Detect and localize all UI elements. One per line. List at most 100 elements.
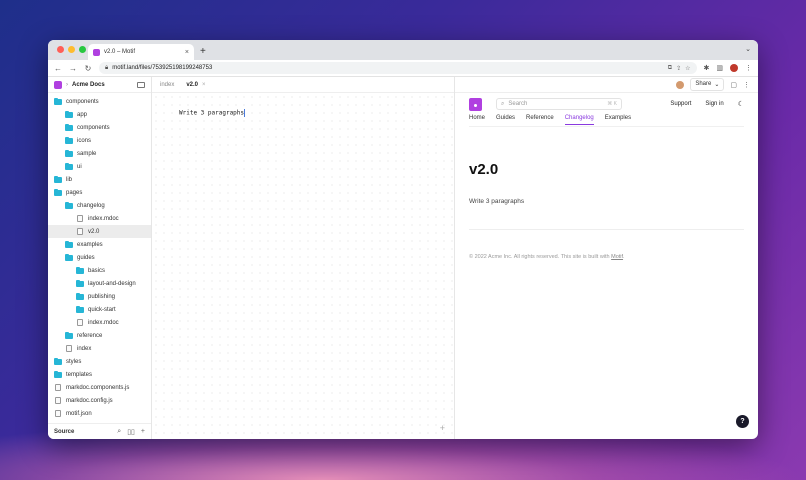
project-logo-icon[interactable] [54,80,62,89]
tree-item[interactable]: ui [48,160,151,173]
nav-reference[interactable]: Reference [526,115,554,126]
tree-item-label: app [77,111,88,118]
bookmark-star-icon[interactable]: ☆ [685,65,690,72]
tree-item[interactable]: components [48,95,151,108]
reload-icon[interactable]: ↻ [84,64,92,73]
add-block-icon[interactable]: + [440,423,445,433]
site-logo-icon[interactable] [469,97,482,111]
tab-search-chevron-icon[interactable]: ⌄ [745,45,751,53]
chevron-right-icon: › [66,81,68,88]
share-page-icon[interactable]: ⇪ [676,65,681,72]
folder-icon [76,266,84,274]
more-options-icon[interactable]: ⋮ [743,81,750,89]
support-link[interactable]: Support [670,101,691,107]
maximize-window-button[interactable] [79,46,86,53]
site-nav: Home Guides Reference Changelog Examples [469,115,744,127]
tree-item[interactable]: guides [48,251,151,264]
file-icon [66,345,72,352]
folder-icon [65,123,73,131]
sign-in-link[interactable]: Sign in [705,101,723,107]
tree-item[interactable]: basics [48,264,151,277]
new-tab-button[interactable]: + [200,47,206,57]
nav-guides[interactable]: Guides [496,115,515,126]
tree-item-label: markdoc.components.js [66,384,130,391]
folder-icon [76,279,84,287]
footer-copyright: © 2022 Acme Inc. All rights reserved. Th… [469,254,612,260]
user-avatar[interactable] [676,80,685,89]
browser-menu-icon[interactable]: ⋮ [745,64,752,72]
file-icon [77,319,83,326]
tree-item[interactable]: sample [48,147,151,160]
open-external-icon[interactable]: ⧉ [668,65,672,72]
tree-item[interactable]: components [48,121,151,134]
tree-item[interactable]: index [48,342,151,355]
tree-item[interactable]: changelog [48,199,151,212]
address-bar[interactable]: 🔒︎ motif.land/files/753925198199248753 ⧉… [99,62,697,74]
tree-item[interactable]: examples [48,238,151,251]
search-icon[interactable]: ⌕ [117,428,121,436]
footer-motif-link[interactable]: Motif [611,254,623,260]
tree-item[interactable]: markdoc.components.js [48,381,151,394]
project-header: › Acme Docs [48,77,151,93]
folder-icon [65,162,73,170]
dark-mode-moon-icon[interactable]: ☾ [738,100,744,108]
minimize-window-button[interactable] [68,46,75,53]
add-file-icon[interactable]: + [141,428,145,435]
tree-item[interactable]: styles [48,355,151,368]
file-icon [55,410,61,417]
folder-icon [65,253,73,261]
close-window-button[interactable] [57,46,64,53]
tree-item[interactable]: templates [48,368,151,381]
lock-icon: 🔒︎ [105,64,109,71]
tree-item[interactable]: layout-and-design [48,277,151,290]
folder-icon [65,331,73,339]
tree-item-label: quick-start [88,306,116,313]
site-search-input[interactable]: ⌕ Search ⌘ K [496,98,622,110]
editor-tab-v2[interactable]: v2.0 × [186,82,205,88]
tree-item[interactable]: pages [48,186,151,199]
source-label[interactable]: Source [54,429,111,435]
tree-item[interactable]: publishing [48,290,151,303]
page-title: v2.0 [469,161,499,178]
back-arrow-icon[interactable]: ← [54,64,62,73]
tree-item[interactable]: motif.json [48,407,151,420]
profile-avatar[interactable] [730,64,738,72]
close-tab-icon[interactable]: × [185,49,189,56]
nav-home[interactable]: Home [469,115,485,126]
tree-item-selected[interactable]: v2.0 [48,225,151,238]
browser-tab-active[interactable]: v2.0 – Motif × [88,44,194,60]
project-name[interactable]: Acme Docs [72,82,133,88]
folder-icon [65,136,73,144]
tree-item[interactable]: markdoc.config.js [48,394,151,407]
tree-item[interactable]: app [48,108,151,121]
tree-item-label: ui [77,163,82,170]
tree-item-label: components [77,124,110,131]
tree-item[interactable]: reference [48,329,151,342]
help-button[interactable]: ? [736,415,749,428]
book-icon[interactable]: ▯▯ [127,428,135,436]
share-button[interactable]: Share ⌄ [690,78,725,91]
tree-item-label: reference [77,332,103,339]
tree-item-label: markdoc.config.js [66,397,113,404]
folder-icon [65,240,73,248]
nav-examples[interactable]: Examples [605,115,631,126]
markdown-editor[interactable]: Write 3 paragraphs [152,93,454,439]
footer-suffix: . [623,254,625,260]
tree-item[interactable]: quick-start [48,303,151,316]
editor-tab-index[interactable]: index [160,82,174,88]
toggle-sidebar-icon[interactable] [137,81,145,88]
tree-item[interactable]: icons [48,134,151,147]
tree-item[interactable]: index.mdoc [48,316,151,329]
tree-item-label: index.mdoc [88,215,119,222]
nav-changelog[interactable]: Changelog [564,115,594,125]
tree-item[interactable]: index.mdoc [48,212,151,225]
document-icon[interactable]: ▢ [730,81,737,89]
text-caret [244,109,246,117]
search-icon: ⌕ [501,100,505,107]
side-panel-icon[interactable]: ▥ [716,64,723,72]
forward-arrow-icon[interactable]: → [69,64,77,73]
extensions-puzzle-icon[interactable]: ✱ [704,64,710,72]
close-editor-tab-icon[interactable]: × [202,82,206,88]
search-shortcut: ⌘ K [607,101,617,107]
tree-item[interactable]: lib [48,173,151,186]
